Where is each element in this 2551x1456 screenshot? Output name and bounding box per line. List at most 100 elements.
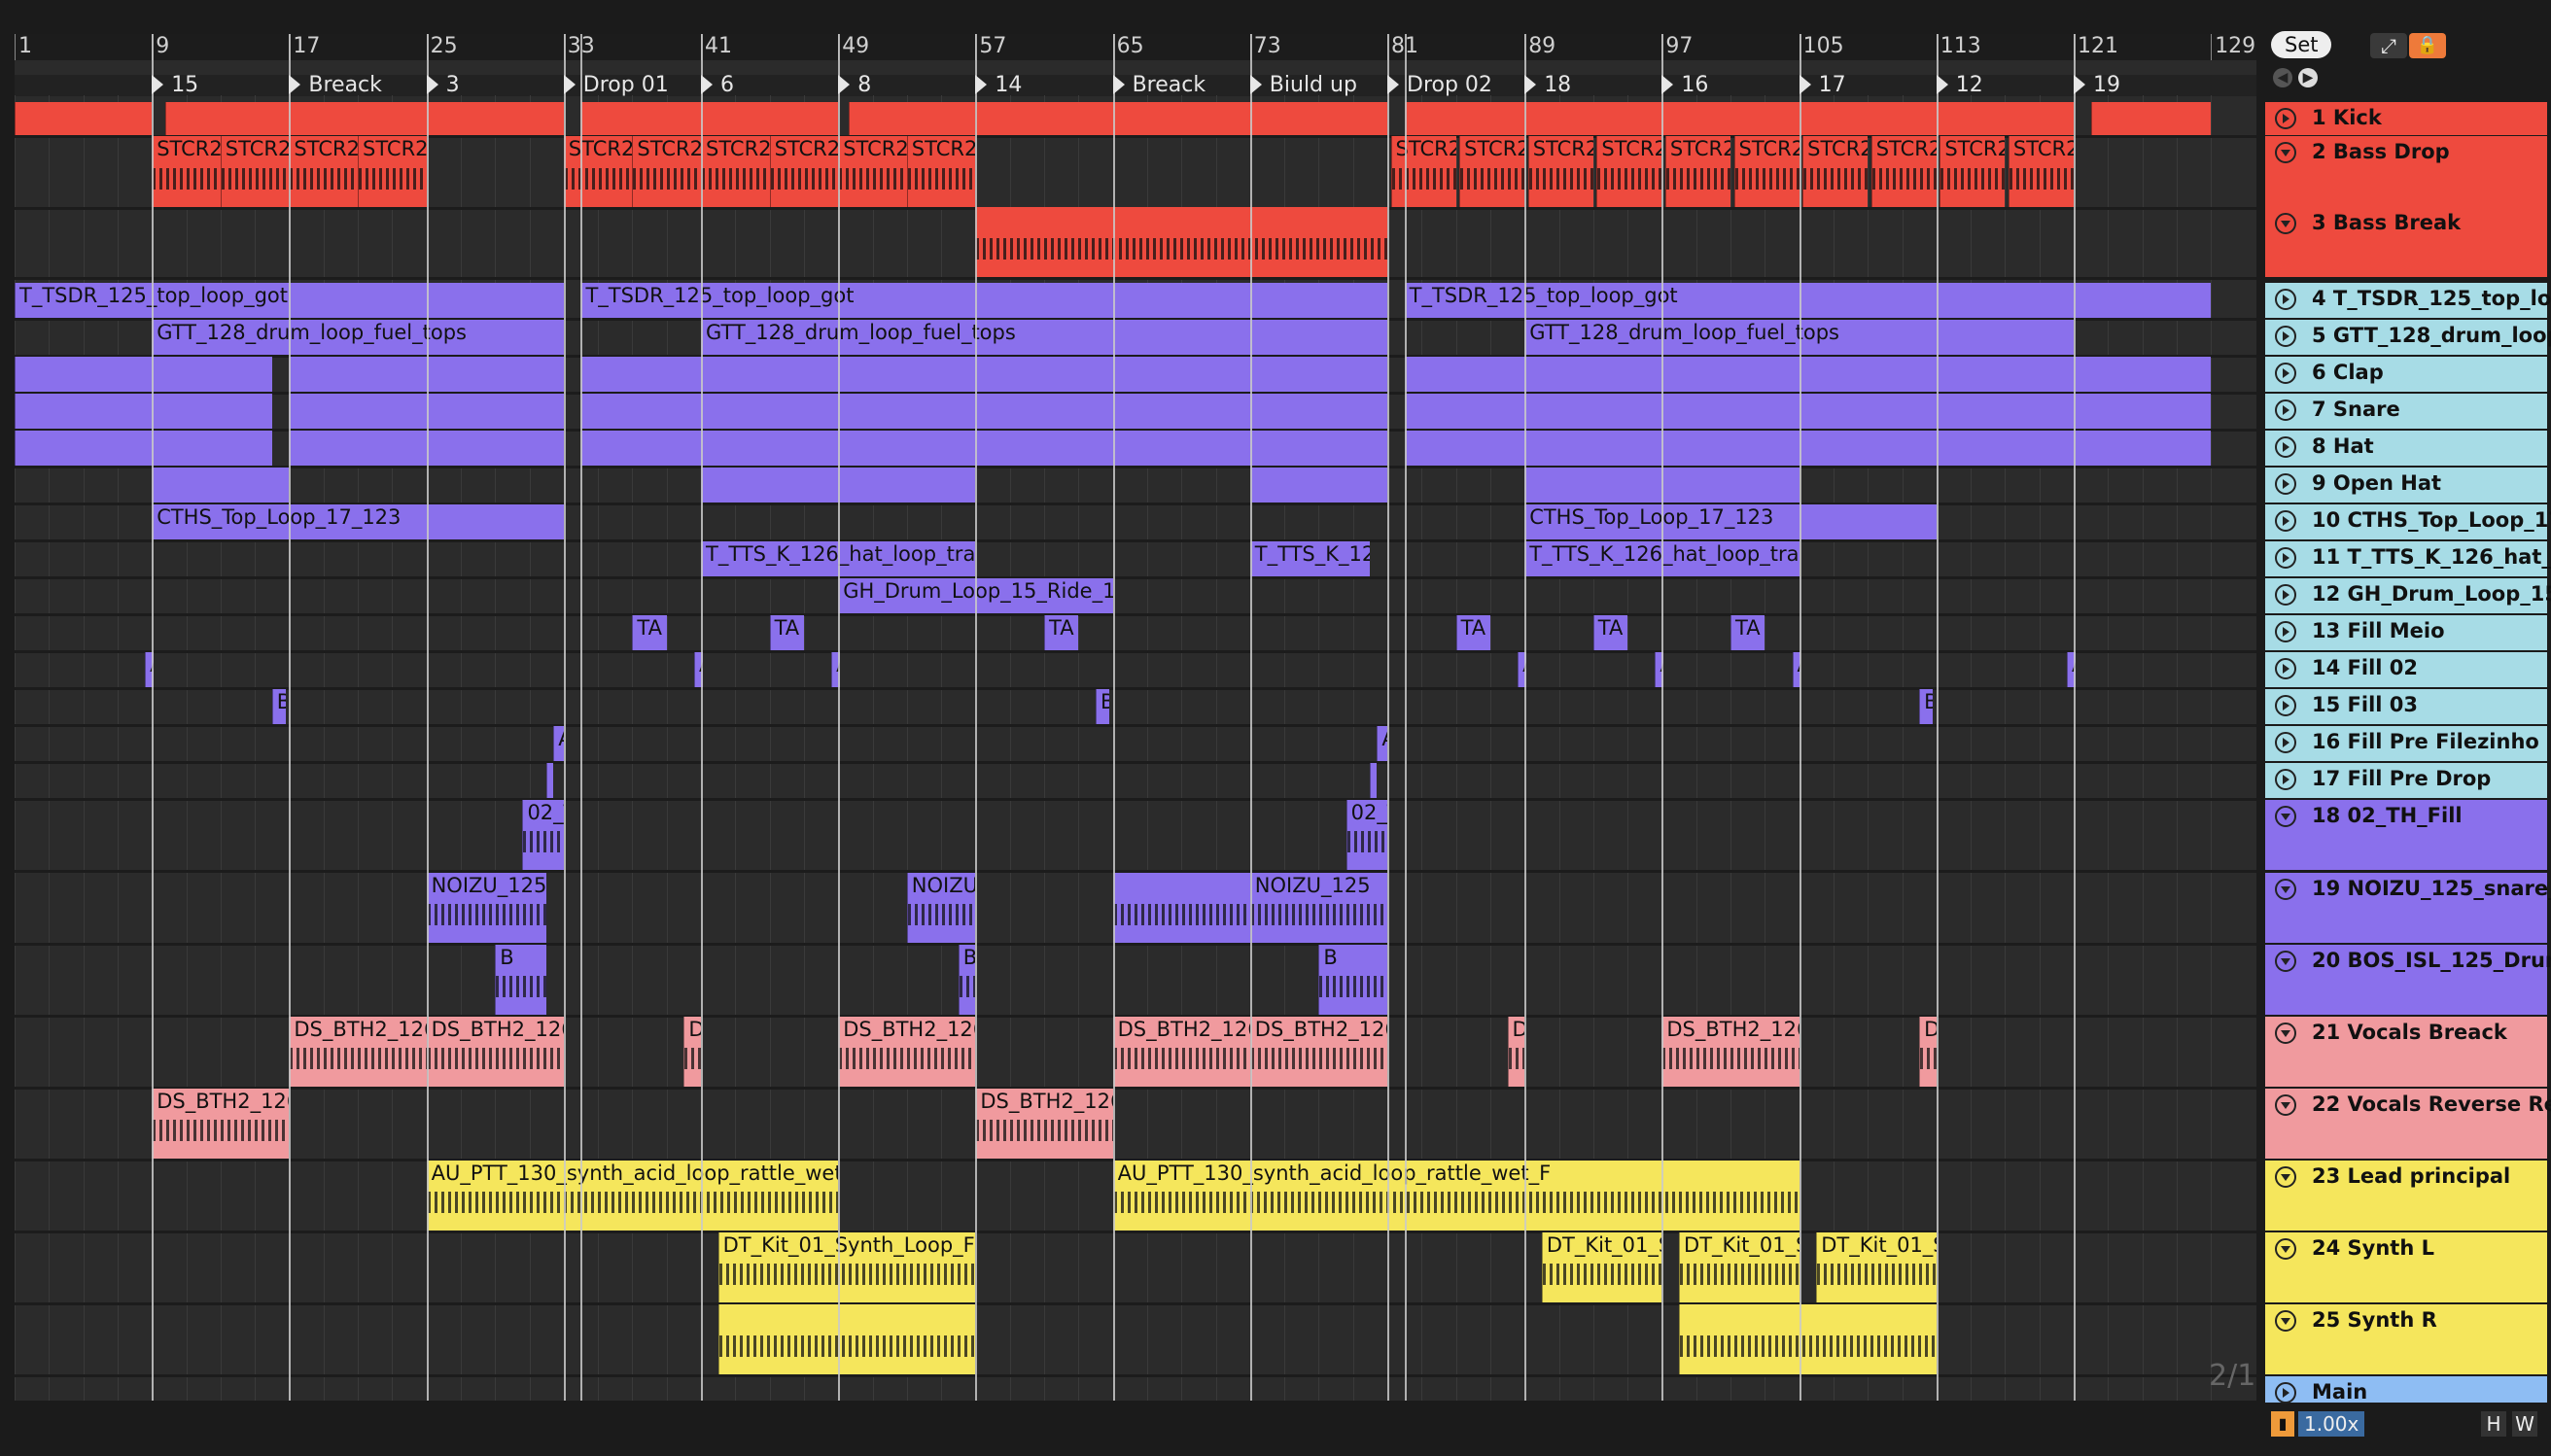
clip[interactable]: DT_Kit_01_S xyxy=(1679,1232,1800,1302)
track-header[interactable]: 9 Open Hat xyxy=(2265,468,2547,505)
play-icon[interactable] xyxy=(2275,326,2296,347)
locator[interactable]: 6 xyxy=(701,75,734,96)
locator[interactable]: Drop 02 xyxy=(1387,75,1492,96)
fold-icon[interactable] xyxy=(2275,806,2296,827)
locator[interactable]: 16 xyxy=(1661,75,1708,96)
track-header[interactable]: 20 BOS_ISL_125_Drum xyxy=(2265,945,2551,1018)
track-header[interactable]: 16 Fill Pre Filezinho xyxy=(2265,726,2547,764)
clip[interactable]: GTT_128_drum_loop_fuel_tops xyxy=(152,320,564,355)
play-icon[interactable] xyxy=(2275,1382,2296,1404)
play-icon[interactable] xyxy=(2275,658,2296,679)
locator[interactable]: 14 xyxy=(975,75,1022,96)
locator[interactable]: Biuld up xyxy=(1249,75,1357,96)
clip[interactable] xyxy=(1404,102,1525,135)
fold-icon[interactable] xyxy=(2275,879,2296,900)
clip[interactable]: DT_Kit_01_Synth_Loop_Fm xyxy=(717,1232,976,1302)
fold-icon[interactable] xyxy=(2275,951,2296,972)
clip[interactable]: AU_PTT_130_synth_acid_loop_rattle_wet_F xyxy=(1112,1161,1800,1231)
clip[interactable]: DS_BTH2_126 xyxy=(152,1089,290,1159)
clip[interactable] xyxy=(1679,1304,1937,1374)
audio-icon[interactable]: ▮ xyxy=(2271,1411,2294,1437)
play-icon[interactable] xyxy=(2275,436,2296,458)
clip[interactable]: TA xyxy=(769,615,804,650)
track-header[interactable]: 13 Fill Meio xyxy=(2265,615,2547,653)
zoom-value[interactable]: 1.00x xyxy=(2298,1411,2365,1437)
play-icon[interactable] xyxy=(2275,289,2296,310)
track-header[interactable]: 15 Fill 03 xyxy=(2265,689,2547,727)
play-icon[interactable] xyxy=(2275,108,2296,129)
clip[interactable] xyxy=(1112,873,1250,943)
clip[interactable]: STCR2 xyxy=(701,136,770,207)
clip[interactable]: 02_T xyxy=(522,800,564,870)
clip[interactable] xyxy=(975,102,1387,135)
clip[interactable]: STCR2 xyxy=(220,136,290,207)
clip[interactable]: STCR2 xyxy=(632,136,701,207)
clip[interactable]: STCR2 xyxy=(1390,136,1456,207)
clip[interactable]: B xyxy=(1095,689,1110,724)
track-header[interactable]: 22 Vocals Reverse Reve xyxy=(2265,1089,2551,1161)
fold-icon[interactable] xyxy=(2275,213,2296,234)
clip[interactable]: DT_Kit_01_S xyxy=(1541,1232,1662,1302)
clip[interactable]: TA xyxy=(1455,615,1490,650)
locator[interactable]: 12 xyxy=(1936,75,1983,96)
track-header[interactable]: 5 GTT_128_drum_loop xyxy=(2265,320,2551,358)
clip[interactable]: D xyxy=(1919,1017,1937,1087)
clip[interactable]: STCR2 xyxy=(1459,136,1525,207)
clip[interactable]: A xyxy=(553,726,564,761)
clip[interactable]: TA xyxy=(1592,615,1628,650)
clip[interactable]: NOIZU xyxy=(906,873,976,943)
track-header[interactable]: 6 Clap xyxy=(2265,357,2547,395)
clip[interactable]: STCR2 xyxy=(563,136,633,207)
play-icon[interactable] xyxy=(2275,363,2296,384)
track-header[interactable]: 17 Fill Pre Drop xyxy=(2265,763,2547,801)
clip[interactable] xyxy=(15,102,153,135)
track-header[interactable]: 24 Synth L xyxy=(2265,1232,2547,1305)
set-button[interactable]: Set xyxy=(2271,31,2332,58)
clip[interactable]: STCR2 xyxy=(358,136,427,207)
track-header[interactable]: 23 Lead principal xyxy=(2265,1161,2547,1233)
clip[interactable]: STCR2 xyxy=(1527,136,1593,207)
track-header[interactable]: 7 Snare xyxy=(2265,394,2547,432)
locator[interactable]: 18 xyxy=(1524,75,1571,96)
clip[interactable]: AU_PTT_130_synth_acid_loop_rattle_wet xyxy=(426,1161,839,1231)
track-header[interactable]: 4 T_TSDR_125_top_loo xyxy=(2265,283,2551,321)
nav-forward-icon[interactable]: ▶ xyxy=(2298,68,2318,87)
clip[interactable]: TA xyxy=(632,615,667,650)
clip[interactable]: A xyxy=(1377,726,1387,761)
w-button[interactable]: W xyxy=(2512,1411,2537,1437)
clip[interactable]: B xyxy=(1919,689,1934,724)
fold-icon[interactable] xyxy=(2275,1238,2296,1260)
track-header[interactable]: 11 T_TTS_K_126_hat_l xyxy=(2265,541,2551,579)
clip[interactable]: STCR2 xyxy=(1664,136,1730,207)
clip[interactable]: STCR2 xyxy=(769,136,839,207)
play-icon[interactable] xyxy=(2275,621,2296,642)
clip[interactable]: STCR2 xyxy=(1939,136,2006,207)
clip[interactable] xyxy=(165,102,564,135)
track-header[interactable]: 21 Vocals Breack xyxy=(2265,1017,2547,1090)
clip[interactable] xyxy=(15,357,272,392)
clip[interactable]: STCR2 xyxy=(1596,136,1662,207)
track-header[interactable]: Main xyxy=(2265,1376,2547,1405)
clip[interactable]: STCR2 xyxy=(838,136,907,207)
clip[interactable]: DS_BTH2_126 xyxy=(1661,1017,1800,1087)
clip[interactable] xyxy=(848,102,976,135)
play-icon[interactable] xyxy=(2275,547,2296,569)
track-header[interactable]: 14 Fill 02 xyxy=(2265,652,2547,690)
locator[interactable]: 17 xyxy=(1799,75,1846,96)
beat-ruler[interactable]: 191725334149576573818997105113121129 xyxy=(15,34,2256,60)
clip[interactable]: TA xyxy=(1044,615,1079,650)
clip[interactable]: GTT_128_drum_loop_fuel_tops xyxy=(701,320,1387,355)
clip[interactable] xyxy=(546,763,554,798)
play-icon[interactable] xyxy=(2275,473,2296,495)
expand-icon[interactable]: ⤢ xyxy=(2370,33,2407,58)
locator[interactable]: Breack xyxy=(1112,75,1206,96)
fold-icon[interactable] xyxy=(2275,1310,2296,1332)
track-header[interactable]: 19 NOIZU_125_snare_l xyxy=(2265,873,2551,946)
clip[interactable]: DS_BTH2_126 xyxy=(1112,1017,1250,1087)
clip[interactable]: DS_BTH2_126 xyxy=(838,1017,976,1087)
fold-icon[interactable] xyxy=(2275,142,2296,163)
clip[interactable] xyxy=(2090,102,2212,135)
fold-icon[interactable] xyxy=(2275,1023,2296,1044)
clip[interactable]: B xyxy=(958,945,976,1015)
clip[interactable]: CTHS_Top_Loop_17_123 xyxy=(152,504,564,539)
